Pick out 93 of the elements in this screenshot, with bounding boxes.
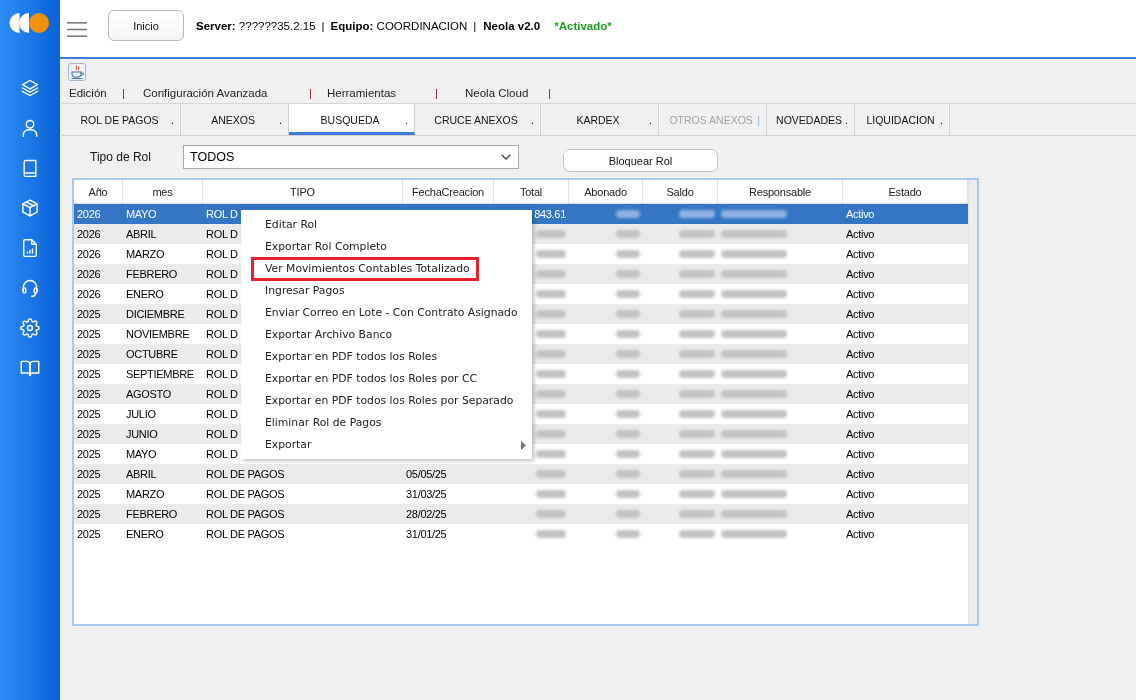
table-cell: 2025 (77, 447, 101, 461)
table-cell: Activo (846, 207, 875, 221)
table-cell: Activo (846, 327, 875, 341)
table-cell: Activo (846, 447, 875, 461)
column-header: Año (88, 185, 108, 198)
column-header: mes (152, 185, 173, 198)
column-header: FechaCreacion (412, 185, 484, 198)
table-cell: ABRIL (126, 227, 157, 241)
table-cell: 2026 (77, 207, 101, 221)
table-cell: Activo (846, 387, 875, 401)
info-text: Server: ??????35.2.15 (196, 19, 316, 32)
table-cell: Activo (846, 347, 875, 361)
table-cell: 2025 (77, 487, 101, 501)
table-cell: 2025 (77, 327, 101, 341)
table-cell: 05/05/25 (406, 467, 447, 481)
table-cell: ROL D (206, 207, 238, 221)
activation-status: *Activado* (554, 19, 612, 32)
table-cell: ENERO (126, 527, 164, 541)
table-cell: 31/03/25 (406, 487, 447, 501)
table-cell: ROL D (206, 407, 238, 421)
table-cell: ROL DE PAGOS (206, 467, 285, 481)
table-cell: Activo (846, 487, 875, 501)
table-cell: ROL D (206, 287, 238, 301)
table-cell: ROL D (206, 427, 238, 441)
column-header: Abonado (584, 185, 627, 198)
table-cell: Activo (846, 267, 875, 281)
field-label: Tipo de Rol (90, 149, 152, 166)
version-text: Neola v2.0 (483, 19, 541, 32)
table-cell: 2026 (77, 247, 101, 261)
table-cell: ROL D (206, 367, 238, 381)
table-cell: ROL D (206, 227, 238, 241)
table-cell: 2025 (77, 407, 101, 421)
table-cell: JULIO (126, 407, 156, 421)
table-cell: ABRIL (126, 467, 157, 481)
column-header: Estado (888, 185, 922, 198)
table-cell: 2025 (77, 467, 101, 481)
table-cell: 2026 (77, 227, 101, 241)
table-cell: 2025 (77, 347, 101, 361)
info-separator: | (473, 19, 477, 32)
table-cell: ROL D (206, 447, 238, 461)
column-header: Saldo (666, 185, 694, 198)
table-cell: 2025 (77, 387, 101, 401)
table-cell: MAYO (126, 207, 157, 221)
table-cell: Activo (846, 427, 875, 441)
table-cell: ROL DE PAGOS (206, 507, 285, 521)
table-cell: Activo (846, 467, 875, 481)
table-cell: Activo (846, 307, 875, 321)
table-cell: Activo (846, 227, 875, 241)
table-cell: ENERO (126, 287, 164, 301)
table-cell: Activo (846, 247, 875, 261)
table-cell: ROL D (206, 347, 238, 361)
column-header: Total (519, 185, 543, 198)
menu-separator: | (548, 87, 551, 99)
table-cell: ROL DE PAGOS (206, 487, 285, 501)
table-cell: 2025 (77, 527, 101, 541)
table-cell: MAYO (126, 447, 157, 461)
table-cell: MARZO (126, 487, 165, 501)
table-cell: ROL D (206, 267, 238, 281)
table-cell: 2026 (77, 267, 101, 281)
table-cell: NOVIEMBRE (126, 327, 190, 341)
table-cell: 28/02/25 (406, 507, 447, 521)
table-cell: 2026 (77, 287, 101, 301)
table-cell: FEBRERO (126, 507, 178, 521)
info-separator: | (321, 19, 325, 32)
table-cell: JUNIO (126, 427, 158, 441)
info-text: Equipo: COORDINACION (330, 19, 468, 32)
column-header: Responsable (749, 185, 811, 198)
table-cell: ROL D (206, 307, 238, 321)
table-cell: Activo (846, 287, 875, 301)
menu-separator: | (122, 87, 125, 99)
table-cell: ROL D (206, 327, 238, 341)
table-cell: AGOSTO (126, 387, 172, 401)
menu-separator: | (435, 87, 438, 99)
table-cell: Activo (846, 527, 875, 541)
table-cell: 843.61 (534, 207, 566, 221)
table-cell: MARZO (126, 247, 165, 261)
table-cell: SEPTIEMBRE (126, 367, 194, 381)
table-cell: Activo (846, 507, 875, 521)
table-cell: 31/01/25 (406, 527, 447, 541)
table-cell: ROL D (206, 247, 238, 261)
column-header: TIPO (290, 185, 315, 198)
table-cell: ROL D (206, 387, 238, 401)
table-cell: 2025 (77, 367, 101, 381)
table-cell: 2025 (77, 507, 101, 521)
table-cell: Activo (846, 407, 875, 421)
table-cell: ROL DE PAGOS (206, 527, 285, 541)
table-cell: OCTUBRE (126, 347, 178, 361)
menu-separator: | (309, 87, 312, 99)
table-cell: DICIEMBRE (126, 307, 185, 321)
table-cell: FEBRERO (126, 267, 178, 281)
table-cell: 2025 (77, 307, 101, 321)
table-cell: Activo (846, 367, 875, 381)
table-cell: 2025 (77, 427, 101, 441)
